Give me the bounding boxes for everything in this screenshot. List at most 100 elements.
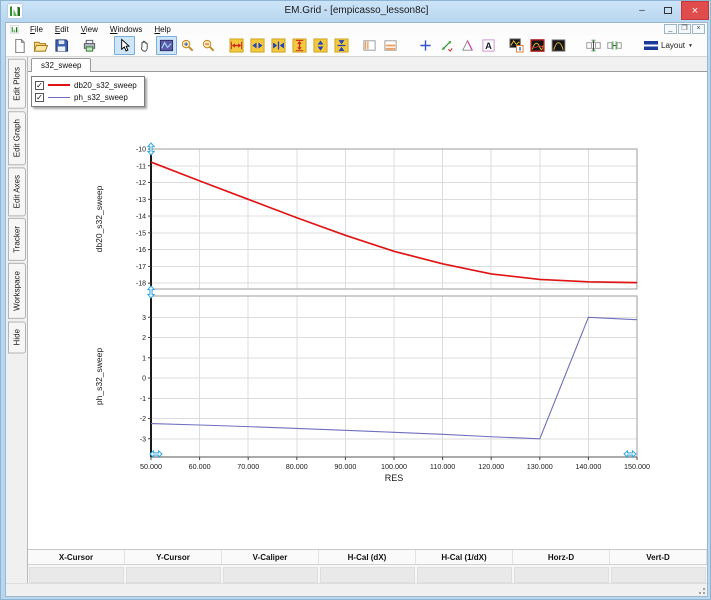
x-tick-label: 130.000 — [527, 462, 553, 471]
close-button[interactable]: × — [681, 1, 709, 20]
legend-label: db20_s32_sweep — [74, 81, 137, 90]
measure-header: Vert-D — [610, 550, 707, 564]
sidebar-tab-hide[interactable]: Hide — [8, 321, 26, 353]
axis-scale-handle[interactable] — [150, 451, 162, 457]
measure-header: Horz-D — [513, 550, 610, 564]
layout-icon — [644, 41, 658, 50]
measure-header: H-Cal (1/dX) — [416, 550, 513, 564]
menu-edit[interactable]: Edit — [49, 25, 75, 34]
tab-s32-sweep[interactable]: s32_sweep — [31, 58, 91, 72]
sidebar-tab-tracker[interactable]: Tracker — [8, 218, 26, 261]
measurement-headers: X-CursorY-CursorV-CaliperH-Cal (dX)H-Cal… — [28, 550, 707, 565]
sidebar-tab-edit-axes[interactable]: Edit Axes — [8, 167, 26, 216]
measure-header: X-Cursor — [28, 550, 125, 564]
legend-item: ✓ db20_s32_sweep — [35, 79, 137, 91]
measure-value-cell — [29, 567, 124, 583]
plot-legend: ✓ db20_s32_sweep✓ph_s32_sweep — [31, 76, 145, 107]
open-file-button[interactable] — [30, 36, 51, 55]
document-tab-strip: s32_sweep — [28, 57, 707, 72]
zoom-in-button[interactable] — [177, 36, 198, 55]
measure-value-cell — [223, 567, 318, 583]
work-area: s32_sweep ✓db20_s32_sweep✓ph_s32_sweep -… — [27, 57, 707, 583]
legend-item: ✓ph_s32_sweep — [35, 91, 137, 103]
y-tick-label: -1 — [140, 396, 146, 403]
status-bar — [6, 583, 707, 596]
expand-x-button[interactable] — [247, 36, 268, 55]
plot-canvas[interactable]: ✓db20_s32_sweep✓ph_s32_sweep -10-11-12-1… — [28, 72, 707, 549]
add-text-label-button[interactable]: A — [478, 36, 499, 55]
axis-scale-handle[interactable] — [148, 286, 154, 298]
layout-menu-button[interactable]: Layout ▼ — [639, 39, 698, 52]
new-graph-window-button[interactable] — [506, 36, 527, 55]
x-tick-label: 70.000 — [237, 462, 259, 471]
menu-bar: FileEditViewWindowsHelp _ ❐ × — [6, 23, 707, 35]
delta-caliper-button[interactable] — [457, 36, 478, 55]
sidebar-tab-workspace[interactable]: Workspace — [8, 263, 26, 319]
menu-view[interactable]: View — [75, 25, 104, 34]
vertical-spacing-button[interactable] — [583, 36, 604, 55]
graph-style-dark-button[interactable] — [548, 36, 569, 55]
scale-y-full-button[interactable] — [289, 36, 310, 55]
menu-help[interactable]: Help — [148, 25, 176, 34]
menu-items: FileEditViewWindowsHelp — [24, 25, 177, 34]
toolbar: A Layout ▼ — [6, 35, 707, 57]
y-axis-title: ph_s32_sweep — [94, 348, 104, 405]
sidebar-tab-edit-plots[interactable]: Edit Plots — [8, 59, 26, 109]
app-frame: FileEditViewWindowsHelp _ ❐ × — [5, 22, 708, 597]
axis-scale-handle[interactable] — [624, 451, 636, 457]
split-bottom-panel-button[interactable] — [380, 36, 401, 55]
print-button[interactable] — [79, 36, 100, 55]
y-tick-label: -11 — [136, 163, 146, 170]
graph-style-dark-red-button[interactable] — [527, 36, 548, 55]
scale-x-full-button[interactable] — [226, 36, 247, 55]
add-marker-button[interactable] — [415, 36, 436, 55]
y-tick-label: -13 — [136, 197, 146, 204]
x-tick-label: 80.000 — [286, 462, 308, 471]
resize-grip[interactable] — [696, 585, 706, 595]
plot-svg: -10-11-12-13-14-15-16-17-18db20_s32_swee… — [28, 72, 708, 549]
measurement-table: X-CursorY-CursorV-CaliperH-Cal (dX)H-Cal… — [28, 549, 707, 583]
measure-value-cell — [611, 567, 706, 583]
y-tick-label: 3 — [142, 315, 146, 322]
menu-file[interactable]: File — [24, 25, 49, 34]
expand-y-button[interactable] — [310, 36, 331, 55]
tracker-button[interactable] — [436, 36, 457, 55]
menu-windows[interactable]: Windows — [104, 25, 148, 34]
maximize-button[interactable] — [656, 1, 680, 20]
app-window: EM.Grid - [empicasso_lesson8c] – × FileE… — [0, 0, 711, 600]
app-logo-small-icon — [10, 25, 19, 34]
measure-value-cell — [126, 567, 221, 583]
horizontal-spacing-button[interactable] — [604, 36, 625, 55]
shrink-x-button[interactable] — [268, 36, 289, 55]
x-tick-label: 140.000 — [575, 462, 601, 471]
legend-checkbox[interactable]: ✓ — [35, 81, 44, 90]
new-document-button[interactable] — [9, 36, 30, 55]
mdi-restore-button[interactable]: ❐ — [678, 24, 691, 34]
title-bar[interactable]: EM.Grid - [empicasso_lesson8c] – × — [1, 1, 711, 22]
save-button[interactable] — [51, 36, 72, 55]
x-tick-label: 150.000 — [624, 462, 650, 471]
mdi-close-button[interactable]: × — [692, 24, 705, 34]
y-tick-label: -2 — [140, 416, 146, 423]
measure-value-cell — [320, 567, 415, 583]
mdi-window-controls: _ ❐ × — [664, 24, 707, 34]
y-tick-label: -16 — [136, 247, 146, 254]
split-left-panel-button[interactable] — [359, 36, 380, 55]
y-tick-label: 1 — [142, 355, 146, 362]
shrink-y-button[interactable] — [331, 36, 352, 55]
y-axis-title: db20_s32_sweep — [94, 185, 104, 252]
plot-overview-button[interactable] — [156, 36, 177, 55]
pan-hand-button[interactable] — [135, 36, 156, 55]
mdi-minimize-button[interactable]: _ — [664, 24, 677, 34]
x-tick-label: 100.000 — [381, 462, 407, 471]
maximize-icon — [664, 7, 672, 14]
zoom-out-button[interactable] — [198, 36, 219, 55]
legend-line-sample — [48, 84, 70, 86]
minimize-button[interactable]: – — [630, 1, 654, 20]
legend-checkbox[interactable]: ✓ — [35, 93, 44, 102]
sidebar-tab-edit-graph[interactable]: Edit Graph — [8, 111, 26, 165]
measure-value-cell — [417, 567, 512, 583]
y-tick-label: -14 — [136, 214, 146, 221]
measurement-values — [28, 565, 707, 584]
select-arrow-button[interactable] — [114, 36, 135, 55]
